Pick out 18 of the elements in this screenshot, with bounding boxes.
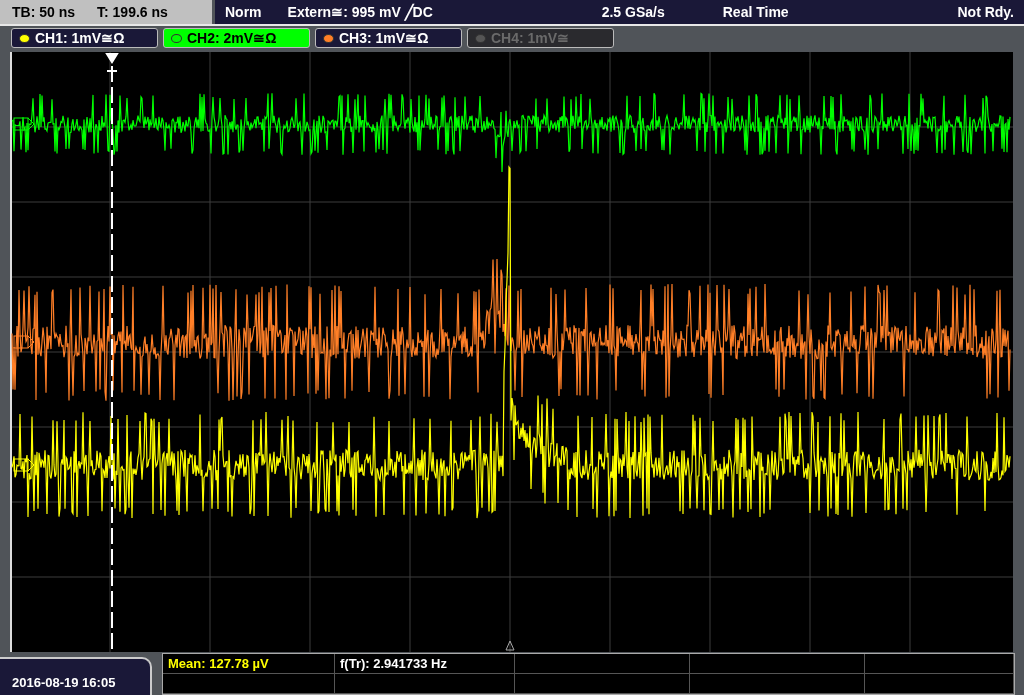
- trigger-source-label[interactable]: Extern≅: 995 mV ╱DC: [287, 4, 433, 20]
- trigger-position-icon: [505, 640, 515, 651]
- trigger-mode-label[interactable]: Norm: [225, 4, 262, 20]
- measurement-value: f(Tr): 2.941733 Hz: [340, 656, 447, 671]
- timebase-label[interactable]: TB: 50 ns: [12, 4, 75, 20]
- sample-rate-label[interactable]: 2.5 GSa/s: [601, 4, 665, 20]
- trigger-marker-icon[interactable]: [105, 53, 119, 81]
- channel-tab[interactable]: CH2: 2mV≅Ω: [163, 28, 310, 48]
- acquisition-mode-label[interactable]: Real Time: [722, 4, 789, 20]
- measurement-value: Mean: 127.78 µV: [168, 656, 269, 671]
- channel-marker-icon: [13, 458, 35, 472]
- acquisition-state-label: Not Rdy.: [957, 4, 1014, 20]
- channel-tab[interactable]: CH1: 1mV≅Ω: [11, 28, 158, 48]
- channel-marker-icon: [13, 335, 35, 349]
- channel-tab[interactable]: CH3: 1mV≅Ω: [315, 28, 462, 48]
- channel-marker-icon: [13, 117, 35, 131]
- trigger-time-label[interactable]: T: 199.6 ns: [97, 4, 168, 20]
- timestamp: 2016-08-19 16:05: [12, 675, 116, 690]
